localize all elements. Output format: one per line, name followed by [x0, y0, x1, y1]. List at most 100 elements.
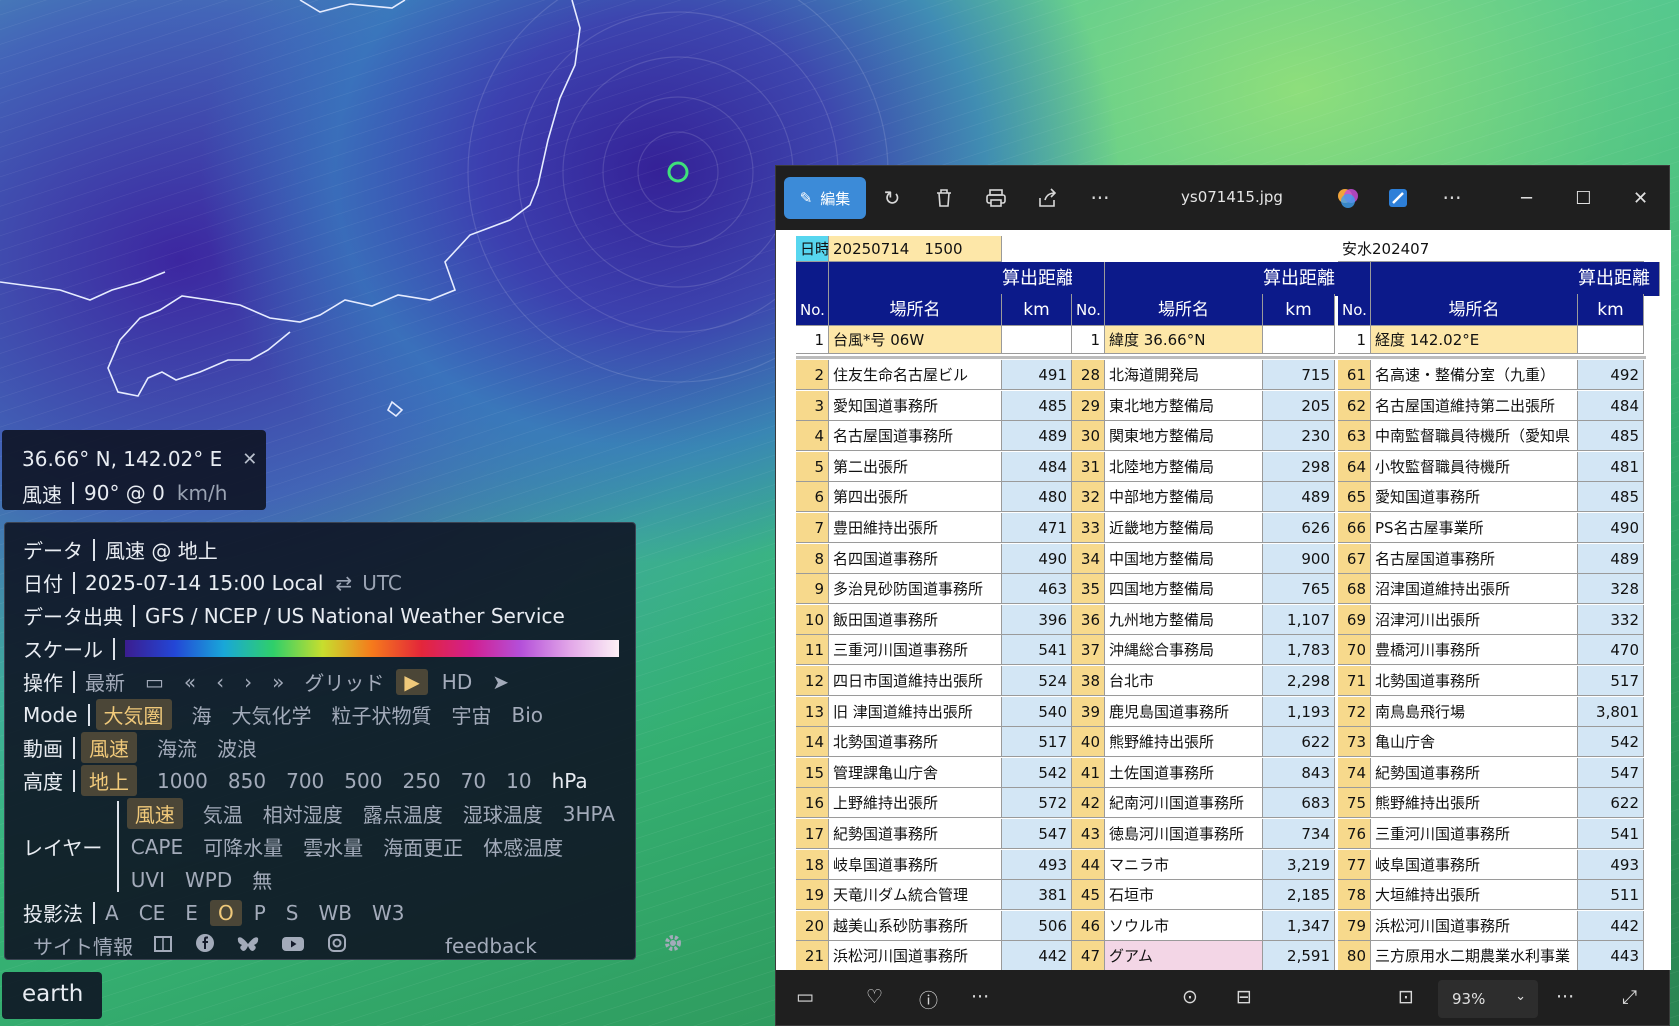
- height-surface[interactable]: 地上: [81, 765, 137, 796]
- facebook-icon[interactable]: [195, 933, 215, 958]
- row-place: ソウル市: [1105, 910, 1263, 941]
- bluesky-icon[interactable]: [237, 934, 259, 958]
- copilot-icon[interactable]: [1322, 178, 1374, 218]
- text-scan-icon[interactable]: ⊟: [1236, 986, 1252, 1008]
- proj-s[interactable]: S: [286, 901, 299, 925]
- grid-toggle[interactable]: グリッド: [304, 667, 384, 696]
- close-window-button[interactable]: ✕: [1612, 166, 1669, 230]
- proj-ce[interactable]: CE: [139, 901, 166, 925]
- actual-size-icon[interactable]: ⊡: [1398, 986, 1414, 1008]
- layer-rh[interactable]: 相対湿度: [263, 799, 343, 828]
- swap-icon[interactable]: ⇄: [335, 571, 352, 595]
- locate-icon[interactable]: ➤: [492, 670, 509, 694]
- fullscreen-icon[interactable]: ⤢: [1622, 986, 1637, 1008]
- proj-wb[interactable]: WB: [318, 901, 352, 925]
- favorite-icon[interactable]: ♡: [866, 986, 883, 1008]
- layer-cape[interactable]: CAPE: [131, 835, 183, 859]
- info-icon[interactable]: ⓘ: [919, 986, 938, 1013]
- proj-e[interactable]: E: [185, 901, 198, 925]
- book-icon[interactable]: [153, 934, 173, 958]
- rewind-fast-icon[interactable]: «: [184, 670, 196, 694]
- anim-currents[interactable]: 海流: [157, 733, 197, 762]
- layer-wind[interactable]: 風速: [126, 798, 183, 829]
- mode-bio[interactable]: Bio: [512, 703, 544, 727]
- wind-unit[interactable]: km/h: [177, 481, 227, 505]
- edit-button[interactable]: ✎ 編集: [784, 177, 866, 219]
- proj-o[interactable]: O: [209, 899, 242, 926]
- layer-temp[interactable]: 気温: [203, 799, 243, 828]
- proj-w3[interactable]: W3: [372, 901, 405, 925]
- row-no: 44: [1072, 849, 1105, 880]
- forward-fast-icon[interactable]: »: [272, 670, 284, 694]
- minimize-button[interactable]: ─: [1498, 166, 1555, 230]
- more-options-icon-4[interactable]: ···: [1556, 986, 1574, 1008]
- close-icon[interactable]: ✕: [242, 449, 257, 470]
- mode-atmosphere[interactable]: 大気圏: [95, 699, 172, 730]
- spreadsheet-image: 日時 20250714 1500 安水202407 算出距離 No. 場所名 km 算出距離 N…: [776, 230, 1671, 970]
- height-1000[interactable]: 1000: [157, 769, 208, 793]
- row-place: 中南監督職員待機所（愛知県: [1371, 421, 1578, 452]
- feedback-link[interactable]: feedback: [445, 934, 537, 958]
- proj-p[interactable]: P: [254, 901, 266, 925]
- utc-toggle[interactable]: UTC: [362, 571, 402, 595]
- mode-chem[interactable]: 大気化学: [232, 700, 312, 729]
- hd-toggle[interactable]: HD: [442, 670, 472, 694]
- row-no: 41: [1072, 757, 1105, 788]
- date-value[interactable]: 2025-07-14 15:00 Local: [85, 571, 323, 595]
- instagram-icon[interactable]: [327, 933, 347, 958]
- earth-menu-button[interactable]: earth: [2, 972, 102, 1019]
- play-icon[interactable]: ▶: [396, 668, 428, 695]
- mode-particulates[interactable]: 粒子状物質: [332, 700, 432, 729]
- latest-button[interactable]: 最新: [85, 667, 125, 696]
- more-options-icon-2[interactable]: ···: [1426, 178, 1478, 218]
- layer-none[interactable]: 無: [252, 865, 272, 894]
- rotate-icon[interactable]: ↻: [866, 178, 918, 218]
- maximize-button[interactable]: ☐: [1555, 166, 1612, 230]
- row-distance: 442: [1578, 910, 1644, 941]
- layer-dewpoint[interactable]: 露点温度: [363, 799, 443, 828]
- designer-icon[interactable]: [1372, 178, 1424, 218]
- image-canvas[interactable]: 日時 20250714 1500 安水202407 算出距離 No. 場所名 km 算出距離 N…: [776, 230, 1671, 970]
- youtube-icon[interactable]: [281, 934, 305, 958]
- row-place: 紀勢国道事務所: [1371, 757, 1578, 788]
- more-options-icon[interactable]: ···: [1074, 178, 1126, 218]
- share-icon[interactable]: [1022, 178, 1074, 218]
- layer-feelslike[interactable]: 体感温度: [483, 832, 563, 861]
- layer-wpd[interactable]: WPD: [185, 868, 232, 892]
- row-no: 63: [1338, 421, 1371, 452]
- zoom-dropdown[interactable]: 93% ⌄: [1438, 980, 1538, 1018]
- source-value[interactable]: GFS / NCEP / US National Weather Service: [145, 604, 565, 628]
- gear-icon[interactable]: [663, 933, 683, 958]
- edit-label: 編集: [820, 189, 851, 208]
- layer-wetbulb[interactable]: 湿球温度: [463, 799, 543, 828]
- delete-icon[interactable]: [918, 178, 970, 218]
- color-scale-bar[interactable]: [125, 640, 619, 657]
- calendar-icon[interactable]: ▭: [145, 670, 164, 694]
- height-10[interactable]: 10: [506, 769, 531, 793]
- rewind-icon[interactable]: ‹: [216, 670, 224, 694]
- row-distance: 443: [1578, 941, 1644, 970]
- layer-uvi[interactable]: UVI: [131, 868, 165, 892]
- filmstrip-icon[interactable]: ▭: [796, 986, 814, 1008]
- site-info-link[interactable]: サイト情報: [33, 931, 133, 960]
- row-distance: 1,107: [1263, 604, 1335, 635]
- row-no: 66: [1338, 513, 1371, 543]
- height-500[interactable]: 500: [344, 769, 382, 793]
- layer-cloudwater[interactable]: 雲水量: [303, 832, 363, 861]
- height-250[interactable]: 250: [402, 769, 440, 793]
- mode-ocean[interactable]: 海: [192, 700, 212, 729]
- layer-3hpa[interactable]: 3HPA: [563, 802, 615, 826]
- height-70[interactable]: 70: [461, 769, 486, 793]
- visual-search-icon[interactable]: ⊙: [1182, 986, 1198, 1008]
- mode-space[interactable]: 宇宙: [452, 700, 492, 729]
- more-options-icon-3[interactable]: ···: [971, 986, 989, 1008]
- height-850[interactable]: 850: [228, 769, 266, 793]
- layer-mslp[interactable]: 海面更正: [383, 832, 463, 861]
- anim-waves[interactable]: 波浪: [217, 733, 257, 762]
- proj-a[interactable]: A: [105, 901, 119, 925]
- layer-pw[interactable]: 可降水量: [203, 832, 283, 861]
- print-icon[interactable]: [970, 178, 1022, 218]
- anim-wind[interactable]: 風速: [81, 732, 137, 763]
- forward-icon[interactable]: ›: [244, 670, 252, 694]
- height-700[interactable]: 700: [286, 769, 324, 793]
